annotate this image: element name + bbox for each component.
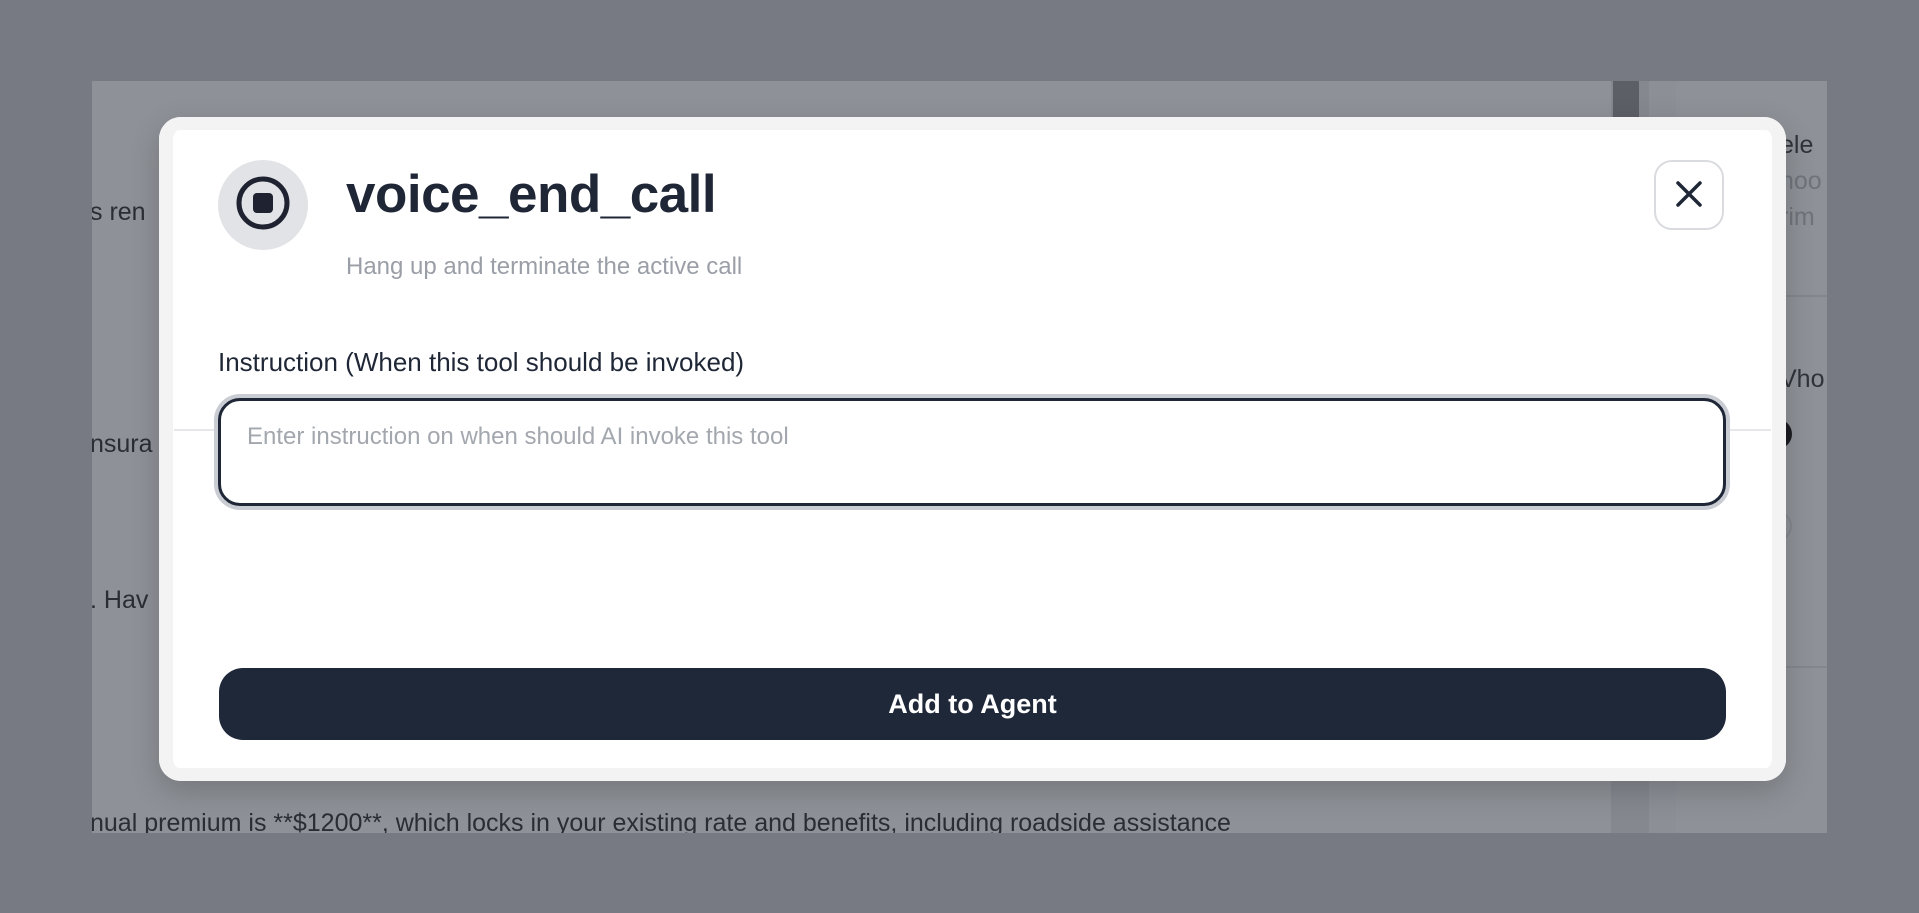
close-button[interactable] [1654, 160, 1724, 230]
tool-title: voice_end_call [346, 165, 717, 224]
stop-circle-icon [233, 173, 293, 238]
instruction-input[interactable] [218, 398, 1726, 506]
tool-icon-container [218, 160, 308, 250]
add-to-agent-button[interactable]: Add to Agent [219, 668, 1726, 740]
instruction-label: Instruction (When this tool should be in… [218, 347, 745, 377]
background-text: nual premium is **$1200**, which locks i… [92, 809, 1231, 833]
background-text: . Hav [92, 586, 149, 614]
close-icon [1674, 179, 1704, 212]
background-side-text: Vho [1780, 365, 1825, 393]
background-side-text: hoo [1780, 167, 1822, 195]
tool-description: Hang up and terminate the active call [346, 253, 743, 280]
background-text: s ren [92, 198, 146, 226]
background-text: nsura [92, 430, 153, 458]
